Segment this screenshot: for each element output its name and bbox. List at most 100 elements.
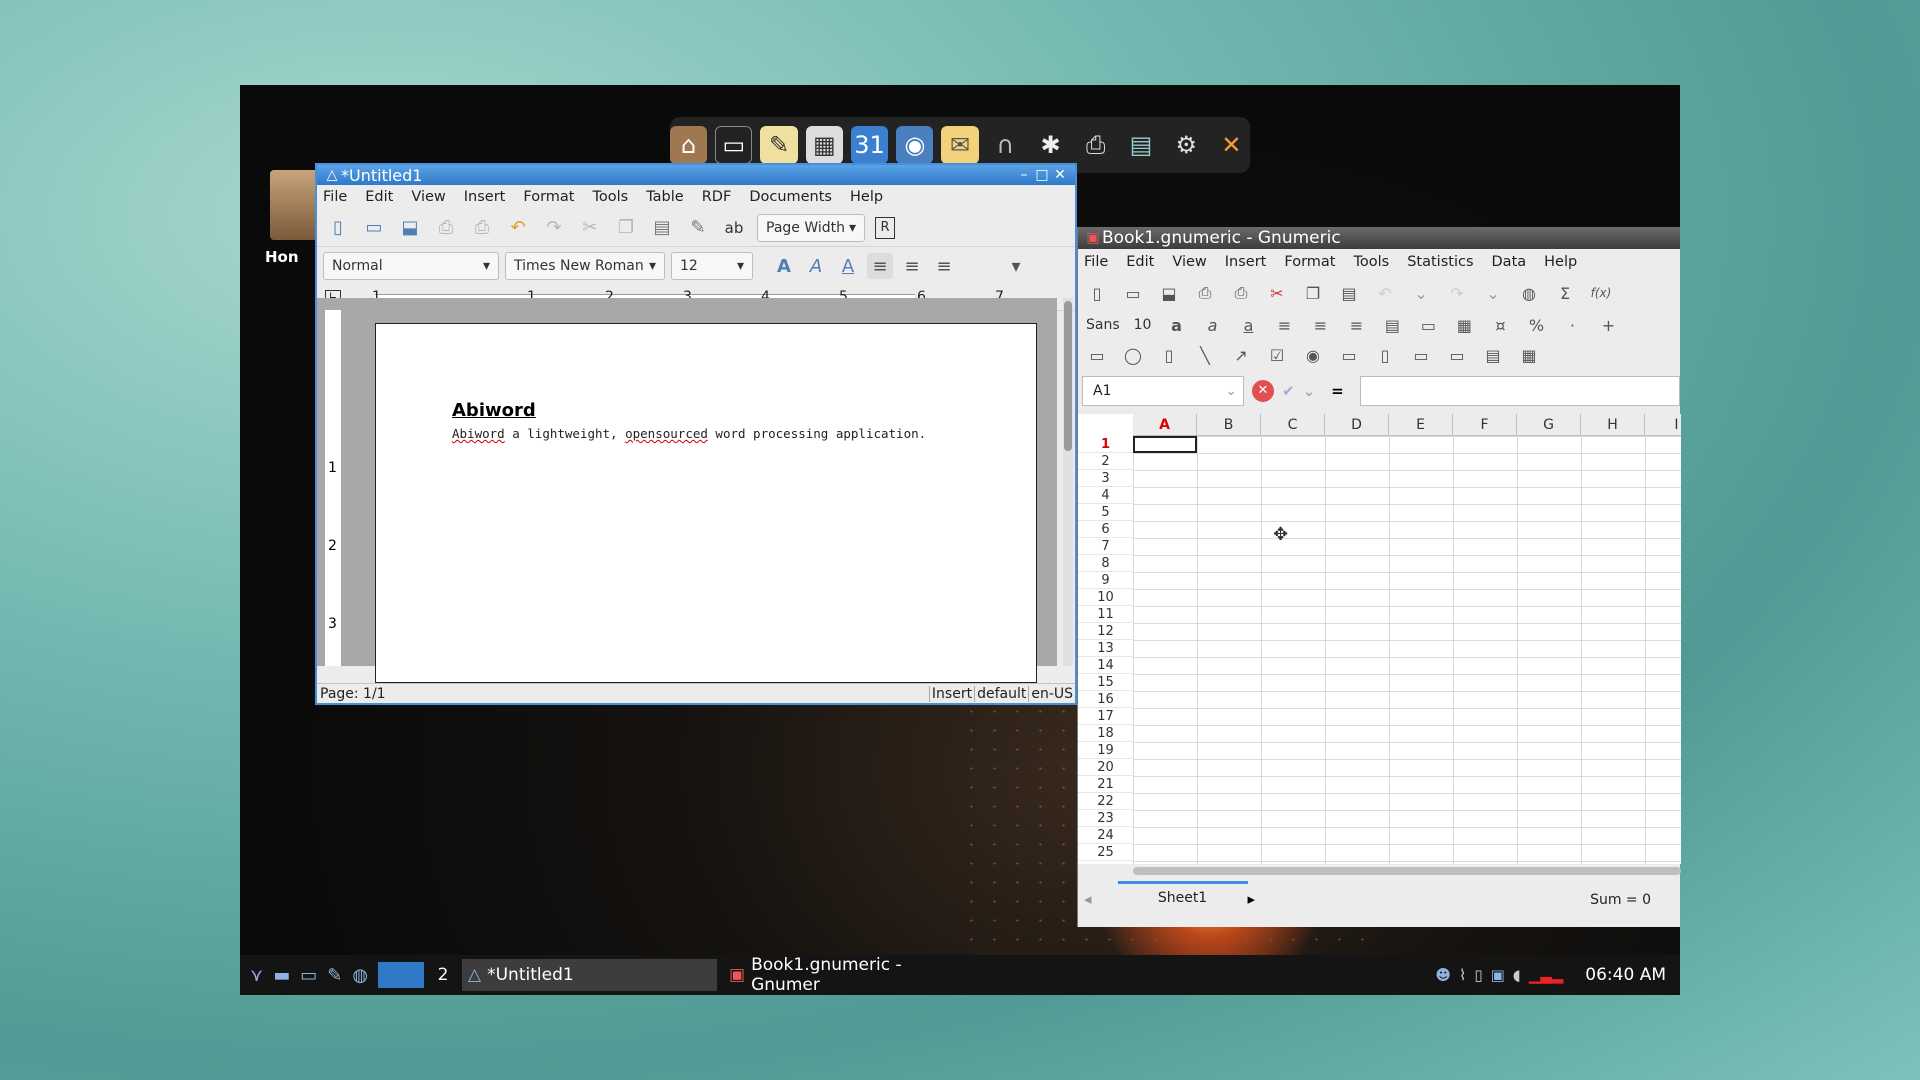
printer-icon[interactable]: ⎙ bbox=[1077, 126, 1114, 164]
spinner-icon[interactable]: ▭ bbox=[1446, 344, 1468, 366]
mail-icon[interactable]: ✉ bbox=[941, 126, 979, 164]
font-size[interactable]: 10 bbox=[1134, 317, 1152, 333]
paperclip-icon[interactable]: ⌇ bbox=[1459, 966, 1466, 984]
line-icon[interactable]: ╲ bbox=[1194, 344, 1216, 366]
menu-data[interactable]: Data bbox=[1492, 254, 1527, 270]
zoom-select[interactable]: Page Width ▾ bbox=[757, 213, 865, 242]
font-size-select[interactable]: 12 ▾ bbox=[671, 252, 753, 280]
scroll-thumb[interactable] bbox=[1064, 301, 1072, 451]
menu-format[interactable]: Format bbox=[1284, 254, 1335, 270]
increase-decimal-icon[interactable]: + bbox=[1597, 314, 1619, 336]
settings-icon[interactable]: ⚙ bbox=[1168, 126, 1205, 164]
globe-icon[interactable]: ◉ bbox=[896, 126, 934, 164]
menu-help[interactable]: Help bbox=[850, 189, 883, 205]
print-icon[interactable]: ⎙ bbox=[1194, 282, 1216, 304]
spreadsheet-icon[interactable]: ▦ bbox=[805, 126, 843, 164]
document-page[interactable]: Abiword Abiword a lightweight, opensourc… bbox=[375, 323, 1037, 683]
row-header[interactable]: 24 bbox=[1078, 827, 1133, 844]
checkbox-icon[interactable]: ☑ bbox=[1266, 344, 1288, 366]
row-header[interactable]: 6 bbox=[1078, 521, 1133, 538]
row-header[interactable]: 19 bbox=[1078, 742, 1133, 759]
calendar-icon[interactable]: 31 bbox=[850, 126, 889, 164]
redo-icon[interactable]: ↷ bbox=[1446, 282, 1468, 304]
column-header[interactable]: D bbox=[1325, 414, 1389, 436]
spellcheck-icon[interactable]: ab bbox=[721, 215, 747, 241]
paste-icon[interactable]: ▤ bbox=[649, 215, 675, 241]
column-header[interactable]: F bbox=[1453, 414, 1517, 436]
italic-icon[interactable]: a bbox=[1201, 314, 1223, 336]
maximize-icon[interactable]: □ bbox=[1033, 167, 1051, 183]
menu-view[interactable]: View bbox=[411, 189, 445, 205]
column-header[interactable]: H bbox=[1581, 414, 1645, 436]
row-header[interactable]: 13 bbox=[1078, 640, 1133, 657]
home-icon[interactable]: ⌂ bbox=[669, 126, 708, 164]
copy-icon[interactable]: ❐ bbox=[613, 215, 639, 241]
minimize-icon[interactable]: – bbox=[1015, 167, 1033, 183]
bold-icon[interactable]: a bbox=[1165, 314, 1187, 336]
row-header[interactable]: 25 bbox=[1078, 844, 1133, 861]
radio-button-icon[interactable]: ◉ bbox=[1302, 344, 1324, 366]
display-icon[interactable]: ▣ bbox=[1491, 966, 1505, 984]
chevron-down-icon[interactable]: ⌄ bbox=[1410, 282, 1432, 304]
headphones-icon[interactable]: ∩ bbox=[987, 126, 1024, 164]
clock[interactable]: 06:40 AM bbox=[1571, 965, 1680, 985]
clipboard-icon[interactable]: ▯ bbox=[1474, 966, 1482, 984]
column-header[interactable]: A bbox=[1133, 414, 1197, 436]
hyperlink-icon[interactable]: ◍ bbox=[1518, 282, 1540, 304]
underline-icon[interactable]: a bbox=[1237, 314, 1259, 336]
align-right-icon[interactable]: ≡ bbox=[1345, 314, 1367, 336]
function-icon[interactable]: f(x) bbox=[1590, 282, 1612, 304]
undo-icon[interactable]: ↶ bbox=[1374, 282, 1396, 304]
tools-icon[interactable]: ✕ bbox=[1213, 126, 1250, 164]
task-abiword[interactable]: △ *Untitled1 bbox=[462, 959, 718, 991]
gnumeric-horizontal-scrollbar[interactable] bbox=[1133, 867, 1681, 875]
row-header[interactable]: 1 bbox=[1078, 436, 1133, 453]
menu-view[interactable]: View bbox=[1172, 254, 1206, 270]
chevron-down-icon[interactable]: ⌄ bbox=[1225, 383, 1243, 399]
open-folder-icon[interactable]: ▭ bbox=[1122, 282, 1144, 304]
row-header[interactable]: 16 bbox=[1078, 691, 1133, 708]
abiword-vertical-scrollbar[interactable] bbox=[1063, 298, 1073, 666]
menu-tools[interactable]: Tools bbox=[592, 189, 628, 205]
decimal-icon[interactable]: · bbox=[1561, 314, 1583, 336]
chevron-down-icon[interactable]: ⌄ bbox=[1303, 382, 1316, 400]
column-header[interactable]: E bbox=[1389, 414, 1453, 436]
redo-icon[interactable]: ↷ bbox=[541, 215, 567, 241]
app-menu-icon[interactable]: ⋎ bbox=[250, 965, 263, 986]
row-header[interactable]: 12 bbox=[1078, 623, 1133, 640]
align-left-icon[interactable]: ≡ bbox=[867, 253, 893, 279]
button-icon[interactable]: ▭ bbox=[1338, 344, 1360, 366]
formula-input[interactable] bbox=[1359, 376, 1680, 406]
network-icon[interactable]: ▭ bbox=[300, 965, 317, 986]
selected-cell[interactable] bbox=[1133, 436, 1197, 453]
italic-icon[interactable]: A bbox=[803, 253, 829, 279]
scroll-left-icon[interactable]: ◂ bbox=[1084, 890, 1092, 908]
spreadsheet-grid[interactable]: ABCDEFGHI 1 2 3 4 5 6 7 8 9 10 11 12 13 14 15 16 17 18 19 2… bbox=[1078, 414, 1681, 864]
task-gnumeric[interactable]: ▣ Book1.gnumeric - Gnumer bbox=[723, 955, 973, 995]
ellipse-icon[interactable]: ◯ bbox=[1122, 344, 1144, 366]
vertical-ruler[interactable]: 1 2 3 bbox=[325, 310, 341, 666]
align-left-icon[interactable]: ≡ bbox=[1273, 314, 1295, 336]
workspace-switcher-icon[interactable] bbox=[378, 962, 425, 988]
menu-format[interactable]: Format bbox=[523, 189, 574, 205]
sum-icon[interactable]: Σ bbox=[1554, 282, 1576, 304]
column-header[interactable]: C bbox=[1261, 414, 1325, 436]
underline-icon[interactable]: A bbox=[835, 253, 861, 279]
film-reel-icon[interactable]: ✱ bbox=[1032, 126, 1069, 164]
print-icon[interactable]: ⎙ bbox=[433, 215, 459, 241]
close-icon[interactable]: ✕ bbox=[1051, 167, 1069, 183]
accept-icon[interactable]: ✔ bbox=[1282, 382, 1295, 400]
copy-icon[interactable]: ❐ bbox=[1302, 282, 1324, 304]
save-icon[interactable]: ⬓ bbox=[397, 215, 423, 241]
menu-table[interactable]: Table bbox=[646, 189, 684, 205]
browser-icon[interactable]: ◍ bbox=[352, 965, 368, 986]
row-header[interactable]: 2 bbox=[1078, 453, 1133, 470]
cells-area[interactable] bbox=[1133, 436, 1681, 864]
split-cells-icon[interactable]: ▭ bbox=[1417, 314, 1439, 336]
row-header[interactable]: 22 bbox=[1078, 793, 1133, 810]
menu-help[interactable]: Help bbox=[1544, 254, 1577, 270]
list-icon[interactable]: ▤ bbox=[1482, 344, 1504, 366]
row-header[interactable]: 17 bbox=[1078, 708, 1133, 725]
row-header[interactable]: 11 bbox=[1078, 606, 1133, 623]
align-center-icon[interactable]: ≡ bbox=[899, 253, 925, 279]
